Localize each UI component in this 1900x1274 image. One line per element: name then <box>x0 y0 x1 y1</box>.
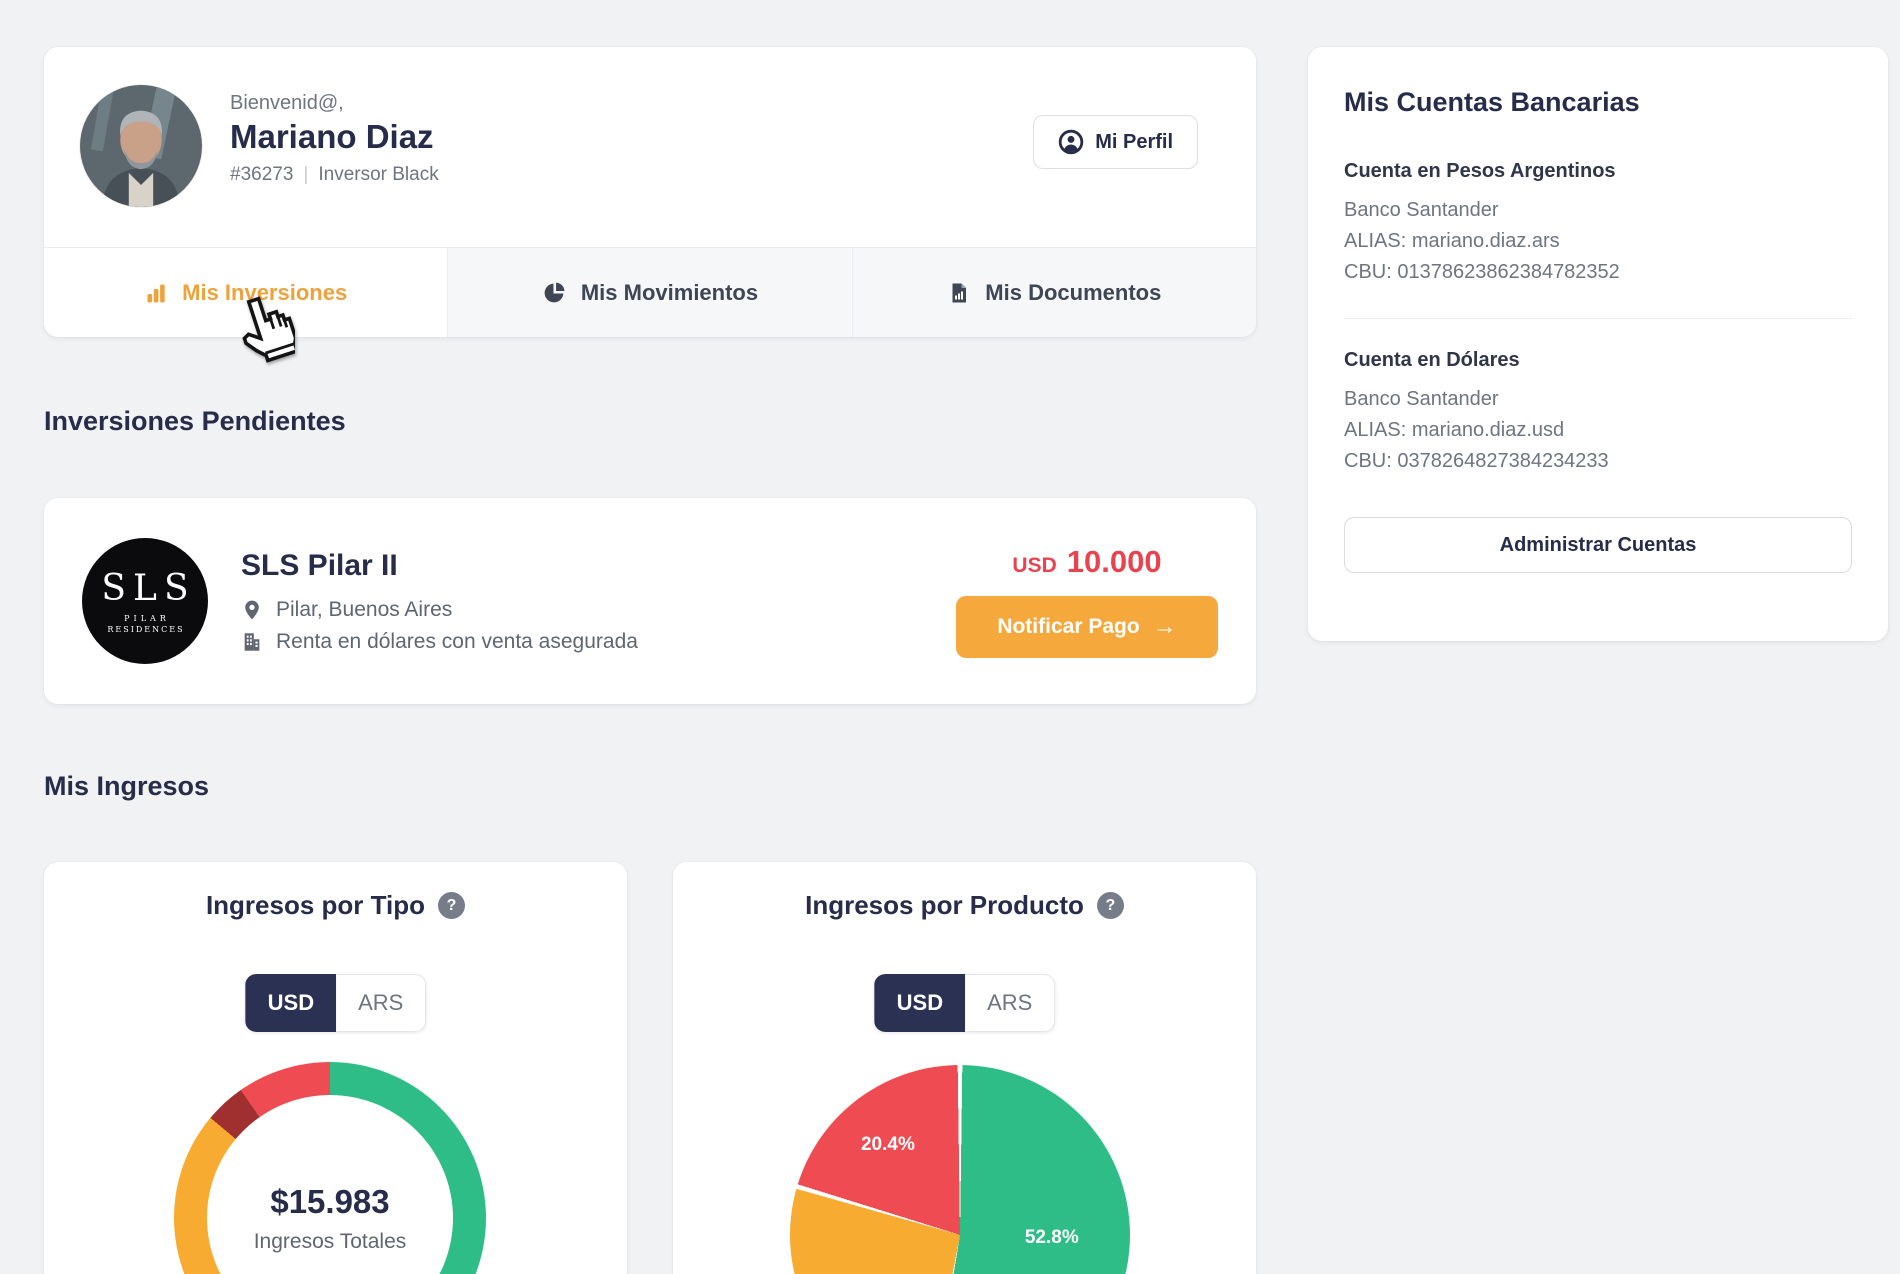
toggle-ars[interactable]: ARS <box>336 974 426 1032</box>
avatar <box>80 85 202 207</box>
greeting: Bienvenid@, <box>230 92 439 115</box>
tab-label: Mis Inversiones <box>182 280 347 306</box>
sls-logo: SLS PILAR RESIDENCES <box>82 538 208 664</box>
tab-label: Mis Movimientos <box>581 280 758 306</box>
pending-investments-heading: Inversiones Pendientes <box>44 406 346 437</box>
account-title: Cuenta en Dólares <box>1344 349 1852 372</box>
user-tier: Inversor Black <box>318 164 438 185</box>
account-alias: ALIAS: mariano.diaz.usd <box>1344 415 1852 446</box>
tab-label: Mis Documentos <box>985 280 1161 306</box>
notify-payment-button[interactable]: Notificar Pago → <box>956 596 1218 658</box>
total-income-value: $15.983 <box>270 1183 389 1221</box>
currency-toggle: USD ARS <box>874 974 1056 1032</box>
investment-location: Pilar, Buenos Aires <box>276 598 452 622</box>
account-bank: Banco Santander <box>1344 384 1852 415</box>
investment-payment: USD 10.000 Notificar Pago → <box>956 544 1218 658</box>
accounts-divider <box>1344 318 1852 319</box>
donut-center: $15.983 Ingresos Totales <box>207 1095 453 1274</box>
profile-button[interactable]: Mi Perfil <box>1033 115 1198 169</box>
building-icon <box>241 631 263 653</box>
investment-feature: Renta en dólares con venta asegurada <box>276 630 638 654</box>
location-pin-icon <box>241 599 263 621</box>
arrow-right-icon: → <box>1153 613 1177 641</box>
tab-mis-documentos[interactable]: Mis Documentos <box>852 248 1256 337</box>
user-meta: #36273 | Inversor Black <box>230 164 439 186</box>
bar-chart-icon <box>144 281 168 305</box>
bank-accounts-title: Mis Cuentas Bancarias <box>1344 87 1852 118</box>
chart-title: Ingresos por Producto <box>805 890 1084 921</box>
amount-value: 10.000 <box>1067 544 1162 580</box>
account-section-ars: Cuenta en Pesos Argentinos Banco Santand… <box>1344 160 1852 288</box>
sls-logo-line1: SLS <box>101 568 195 609</box>
bank-accounts-card: Mis Cuentas Bancarias Cuenta en Pesos Ar… <box>1308 47 1888 641</box>
notify-payment-label: Notificar Pago <box>997 615 1139 639</box>
avatar-photo-placeholder <box>80 85 202 207</box>
account-cbu: CBU: 0378264827384234233 <box>1344 446 1852 477</box>
user-name: Mariano Diaz <box>230 118 439 156</box>
toggle-ars[interactable]: ARS <box>965 974 1055 1032</box>
sls-logo-line3: RESIDENCES <box>107 625 184 634</box>
income-by-type-card: Ingresos por Tipo ? USD ARS $15.983 Ingr… <box>44 862 627 1274</box>
account-bank: Banco Santander <box>1344 195 1852 226</box>
my-income-heading: Mis Ingresos <box>44 771 209 802</box>
income-by-product-pie-chart: 52.8% 20.4% <box>790 1065 1130 1274</box>
toggle-usd[interactable]: USD <box>874 974 965 1032</box>
document-icon <box>947 281 971 305</box>
investment-feature-row: Renta en dólares con venta asegurada <box>241 630 638 654</box>
investment-amount: USD 10.000 <box>1012 544 1161 580</box>
pie-chart-icon <box>542 280 567 305</box>
account-title: Cuenta en Pesos Argentinos <box>1344 160 1852 183</box>
total-income-label: Ingresos Totales <box>254 1230 407 1254</box>
user-id: #36273 <box>230 164 293 185</box>
investment-info: SLS Pilar II Pilar, Buenos Aires <box>241 549 638 654</box>
investment-name: SLS Pilar II <box>241 549 638 583</box>
investment-location-row: Pilar, Buenos Aires <box>241 598 638 622</box>
manage-accounts-button[interactable]: Administrar Cuentas <box>1344 517 1852 573</box>
profile-text: Bienvenid@, Mariano Diaz #36273 | Inversor… <box>230 85 439 247</box>
currency-toggle: USD ARS <box>245 974 427 1032</box>
profile-button-label: Mi Perfil <box>1095 131 1173 154</box>
account-cbu: CBU: 01378623862384782352 <box>1344 257 1852 288</box>
sls-logo-line2: PILAR <box>124 614 170 623</box>
income-by-product-card: Ingresos por Producto ? USD ARS 52.8% 20… <box>673 862 1256 1274</box>
chart-title-row: Ingresos por Tipo ? <box>44 890 627 921</box>
chart-title-row: Ingresos por Producto ? <box>673 890 1256 921</box>
account-alias: ALIAS: mariano.diaz.ars <box>1344 226 1852 257</box>
person-icon <box>1058 129 1084 155</box>
profile-row: Bienvenid@, Mariano Diaz #36273 | Inversor… <box>44 47 1256 247</box>
tab-mis-movimientos[interactable]: Mis Movimientos <box>447 248 851 337</box>
question-icon[interactable]: ? <box>438 892 465 919</box>
meta-separator: | <box>303 164 308 185</box>
tab-bar: Mis Inversiones Mis Movimientos <box>44 247 1256 337</box>
chart-title: Ingresos por Tipo <box>206 890 425 921</box>
pie-slice-label: 20.4% <box>861 1134 915 1156</box>
pie-slice-label: 52.8% <box>1025 1227 1079 1249</box>
pending-investment-card: SLS PILAR RESIDENCES SLS Pilar II Pilar,… <box>44 498 1256 704</box>
income-by-type-donut-chart: $15.983 Ingresos Totales <box>174 1062 486 1274</box>
profile-card: Bienvenid@, Mariano Diaz #36273 | Inversor… <box>44 47 1256 337</box>
amount-currency: USD <box>1012 554 1056 578</box>
account-section-usd: Cuenta en Dólares Banco Santander ALIAS:… <box>1344 349 1852 477</box>
question-icon[interactable]: ? <box>1097 892 1124 919</box>
tab-mis-inversiones[interactable]: Mis Inversiones <box>44 248 447 337</box>
toggle-usd[interactable]: USD <box>245 974 336 1032</box>
